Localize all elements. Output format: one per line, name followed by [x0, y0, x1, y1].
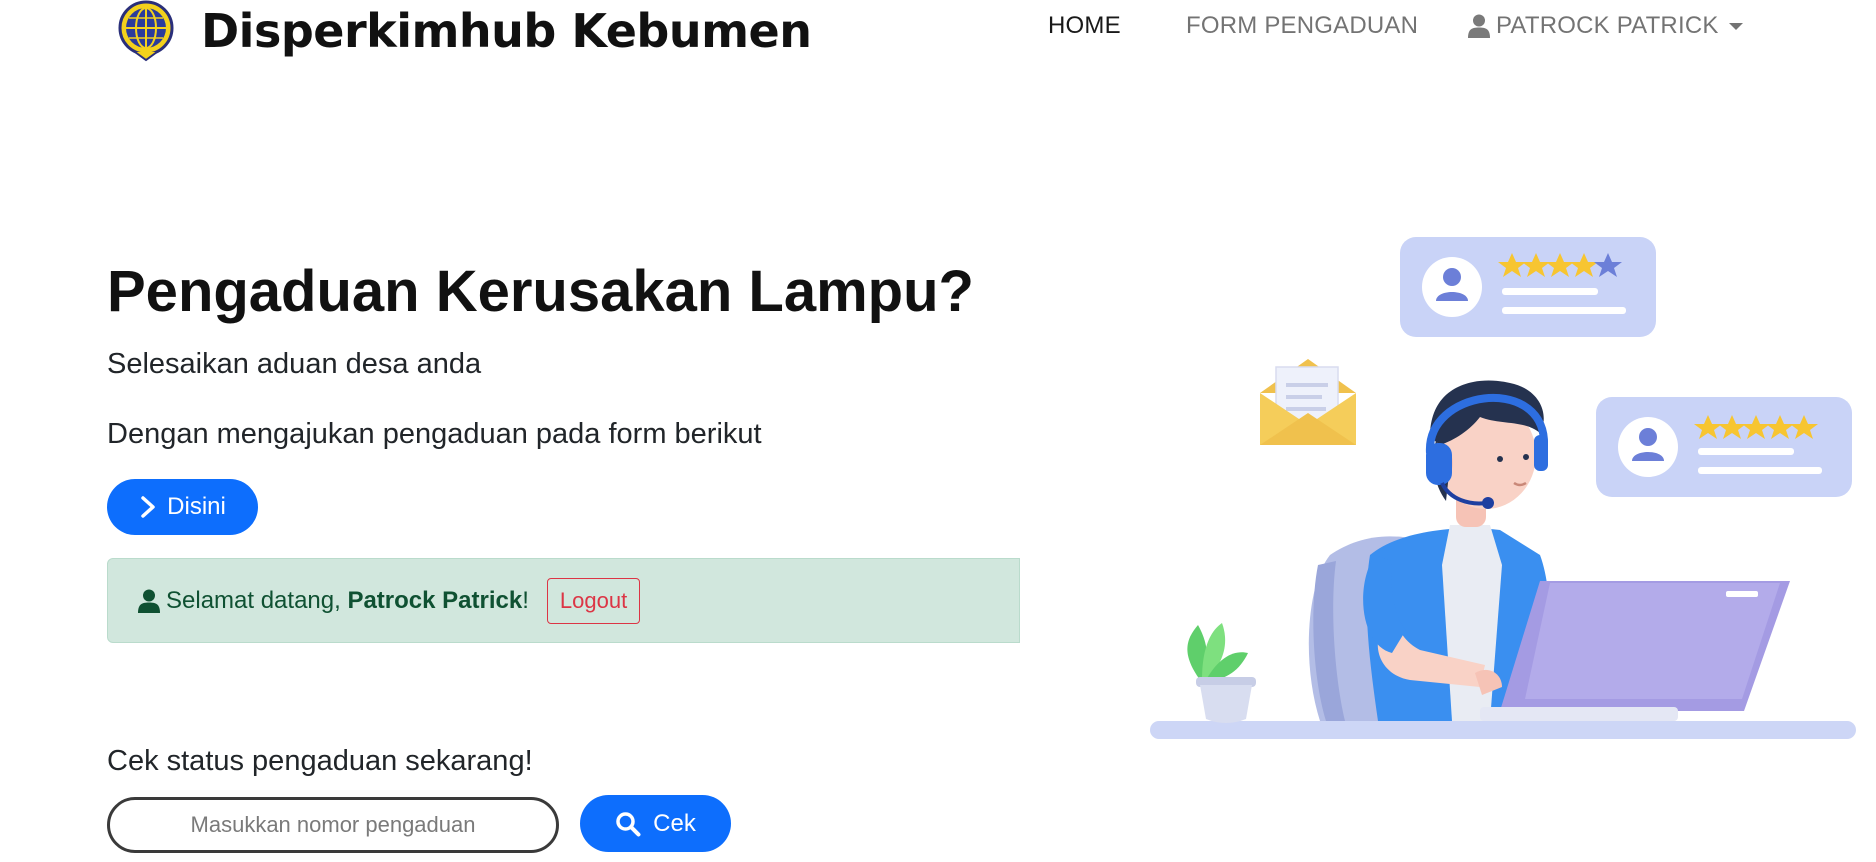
top-rating-card — [1400, 237, 1656, 337]
brand-link[interactable]: Disperkimhub Kebumen — [113, 0, 812, 66]
plant-icon — [1187, 623, 1256, 723]
status-check-label: Cek status pengaduan sekarang! — [107, 745, 533, 777]
hero-subtitle: Selesaikan aduan desa anda — [107, 348, 482, 380]
disini-button[interactable]: Disini — [107, 479, 258, 535]
welcome-prefix: Selamat datang, — [166, 586, 348, 614]
user-icon — [1468, 14, 1490, 38]
caret-down-icon — [1728, 22, 1743, 30]
nav-form-pengaduan[interactable]: FORM PENGADUAN — [1186, 12, 1418, 40]
welcome-alert: Selamat datang, Patrock Patrick! Logout — [107, 558, 1020, 643]
search-icon — [616, 811, 641, 836]
customer-service-illustration — [1150, 237, 1856, 739]
cek-button[interactable]: Cek — [580, 795, 731, 852]
brand-logo-icon — [118, 0, 174, 62]
nav-home[interactable]: HOME — [1048, 12, 1121, 40]
top-navbar: Disperkimhub Kebumen HOME FORM PENGADUAN… — [0, 0, 1876, 72]
hero-title: Pengaduan Kerusakan Lampu? — [107, 259, 974, 324]
logout-button[interactable]: Logout — [546, 577, 641, 624]
disini-button-label: Disini — [167, 493, 226, 520]
user-menu-label: PATROCK PATRICK — [1496, 12, 1719, 39]
brand-name: Disperkimhub Kebumen — [201, 4, 812, 58]
user-icon — [138, 589, 160, 613]
right-rating-card — [1596, 397, 1852, 497]
envelope-icon — [1260, 359, 1356, 445]
desk-shape — [1150, 721, 1856, 739]
chevron-right-icon — [141, 496, 155, 518]
hero-description: Dengan mengajukan pengaduan pada form be… — [107, 418, 762, 450]
welcome-username: Patrock Patrick — [347, 586, 523, 614]
cek-button-label: Cek — [653, 809, 696, 837]
welcome-suffix: ! — [522, 586, 529, 614]
user-menu-dropdown[interactable]: PATROCK PATRICK — [1468, 12, 1743, 40]
complaint-number-input[interactable] — [107, 797, 559, 853]
